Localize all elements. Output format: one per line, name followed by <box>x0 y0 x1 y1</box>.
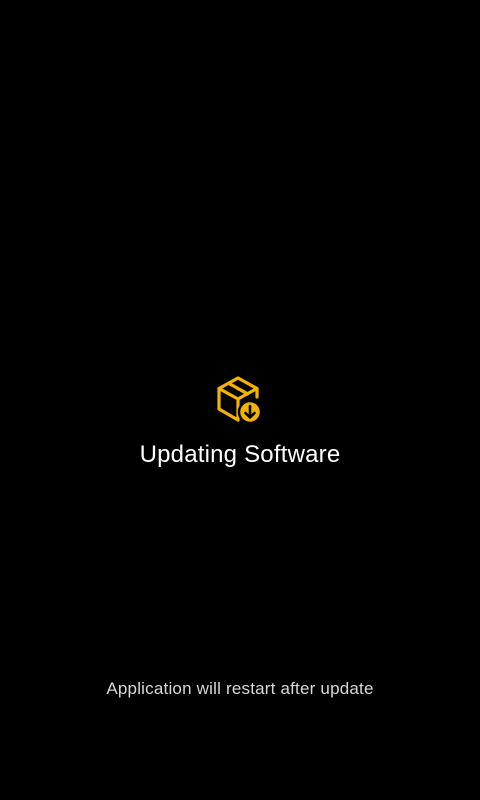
update-status: Updating Software <box>0 376 480 470</box>
package-download-icon <box>217 376 263 425</box>
page-title: Updating Software <box>139 441 341 468</box>
update-screen: Updating Software Application will resta… <box>0 0 480 800</box>
restart-notice: Application will restart after update <box>106 679 374 698</box>
